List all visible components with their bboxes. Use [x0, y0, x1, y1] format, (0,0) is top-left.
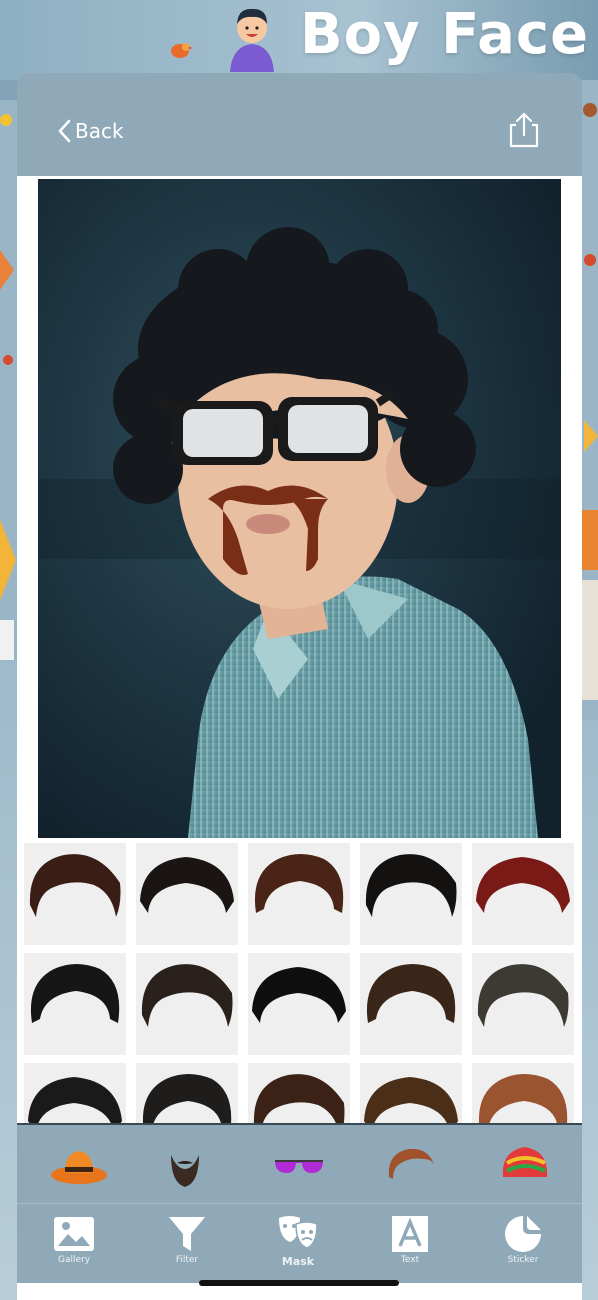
chevron-left-icon	[58, 119, 71, 143]
hat-icon	[51, 1151, 107, 1184]
boy-photo-illustration	[38, 179, 561, 838]
tab-sticker-label: Sticker	[507, 1255, 539, 1265]
category-turban[interactable]	[493, 1133, 557, 1197]
bird-decoration-icon	[171, 43, 193, 58]
hair-style-14[interactable]	[360, 1063, 462, 1123]
category-hat[interactable]	[47, 1133, 111, 1197]
hair-thumbnail-icon	[140, 857, 234, 913]
turban-icon	[502, 1147, 548, 1177]
tab-mask[interactable]: Mask	[263, 1210, 333, 1280]
left-decoration	[0, 100, 18, 660]
hair-style-7[interactable]	[136, 953, 238, 1055]
hair-style-5[interactable]	[472, 843, 574, 945]
photo-canvas	[17, 176, 582, 841]
editor-header: Back	[17, 73, 582, 173]
hair-thumbnail-icon	[29, 854, 121, 917]
category-glasses[interactable]	[267, 1133, 331, 1197]
mask-icon	[279, 1216, 318, 1249]
text-icon	[392, 1216, 428, 1252]
hair-thumbnail-icon	[254, 1074, 345, 1123]
hair-thumbnail-icon	[254, 854, 344, 913]
hair-thumbnail-icon	[479, 1074, 568, 1123]
hair-thumbnail-icon	[366, 964, 456, 1023]
beard-icon	[171, 1155, 199, 1187]
hair-thumbnail-icon	[477, 964, 569, 1027]
tab-gallery[interactable]: Gallery	[39, 1210, 109, 1280]
banner-title: Boy Face	[300, 2, 590, 67]
back-label: Back	[75, 119, 124, 143]
filter-icon	[169, 1217, 205, 1251]
hair-thumbnail-icon	[30, 964, 120, 1023]
tab-filter[interactable]: Filter	[152, 1210, 222, 1280]
tab-gallery-label: Gallery	[57, 1255, 91, 1265]
hair-thumbnail-icon	[141, 964, 233, 1027]
hair-style-3[interactable]	[248, 843, 350, 945]
hair-style-2[interactable]	[136, 843, 238, 945]
hair-style-10[interactable]	[472, 953, 574, 1055]
editor-sheet: Back Gallery Filter Mask Text Sticker	[17, 73, 582, 1300]
home-indicator	[199, 1280, 399, 1286]
category-beard[interactable]	[153, 1133, 217, 1197]
hair-thumbnail-icon	[365, 854, 457, 917]
hair-style-8[interactable]	[248, 953, 350, 1055]
hair-style-9[interactable]	[360, 953, 462, 1055]
tab-sticker[interactable]: Sticker	[488, 1210, 558, 1280]
tab-text[interactable]: Text	[375, 1210, 445, 1280]
tab-text-label: Text	[400, 1255, 420, 1265]
tab-mask-label: Mask	[281, 1255, 315, 1268]
bottom-tab-bar: Gallery Filter Mask Text Sticker	[17, 1203, 582, 1284]
hair-icon	[388, 1148, 435, 1179]
hair-thumbnail-icon	[476, 857, 570, 913]
edited-photo[interactable]	[38, 179, 561, 838]
hair-style-4[interactable]	[360, 843, 462, 945]
right-decoration	[580, 80, 598, 720]
hair-thumbnail-icon	[364, 1077, 458, 1123]
share-icon[interactable]	[507, 111, 541, 149]
glasses-icon	[275, 1160, 323, 1173]
hair-thumbnail-icon	[252, 967, 346, 1023]
hair-style-15[interactable]	[472, 1063, 574, 1123]
gallery-icon	[54, 1217, 94, 1251]
hair-style-6[interactable]	[24, 953, 126, 1055]
sticker-icon	[505, 1216, 541, 1252]
hair-thumbnail-icon	[143, 1074, 232, 1123]
app-banner: Boy Face	[0, 0, 598, 80]
hair-style-12[interactable]	[136, 1063, 238, 1123]
boy-avatar-icon	[230, 8, 274, 72]
hair-style-11[interactable]	[24, 1063, 126, 1123]
category-hair[interactable]	[379, 1133, 443, 1197]
back-button[interactable]: Back	[57, 117, 124, 145]
hair-style-13[interactable]	[248, 1063, 350, 1123]
hair-style-grid	[17, 841, 582, 1123]
tab-filter-label: Filter	[175, 1255, 199, 1265]
hair-style-1[interactable]	[24, 843, 126, 945]
hair-thumbnail-icon	[28, 1077, 122, 1123]
category-bar	[17, 1123, 582, 1203]
